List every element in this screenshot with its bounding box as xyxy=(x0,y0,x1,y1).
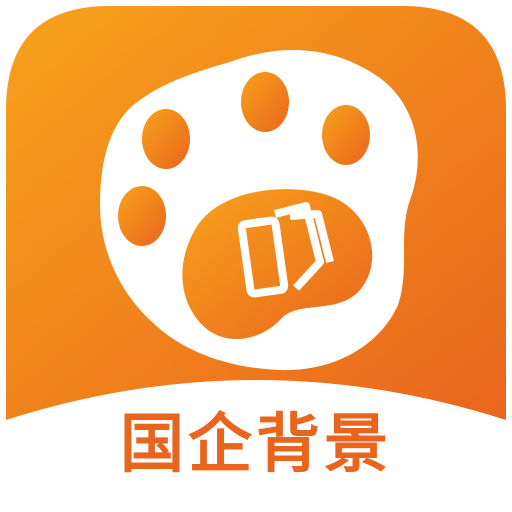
app-icon[interactable]: 国企背景 xyxy=(0,0,512,512)
app-caption: 国企背景 xyxy=(120,408,392,482)
